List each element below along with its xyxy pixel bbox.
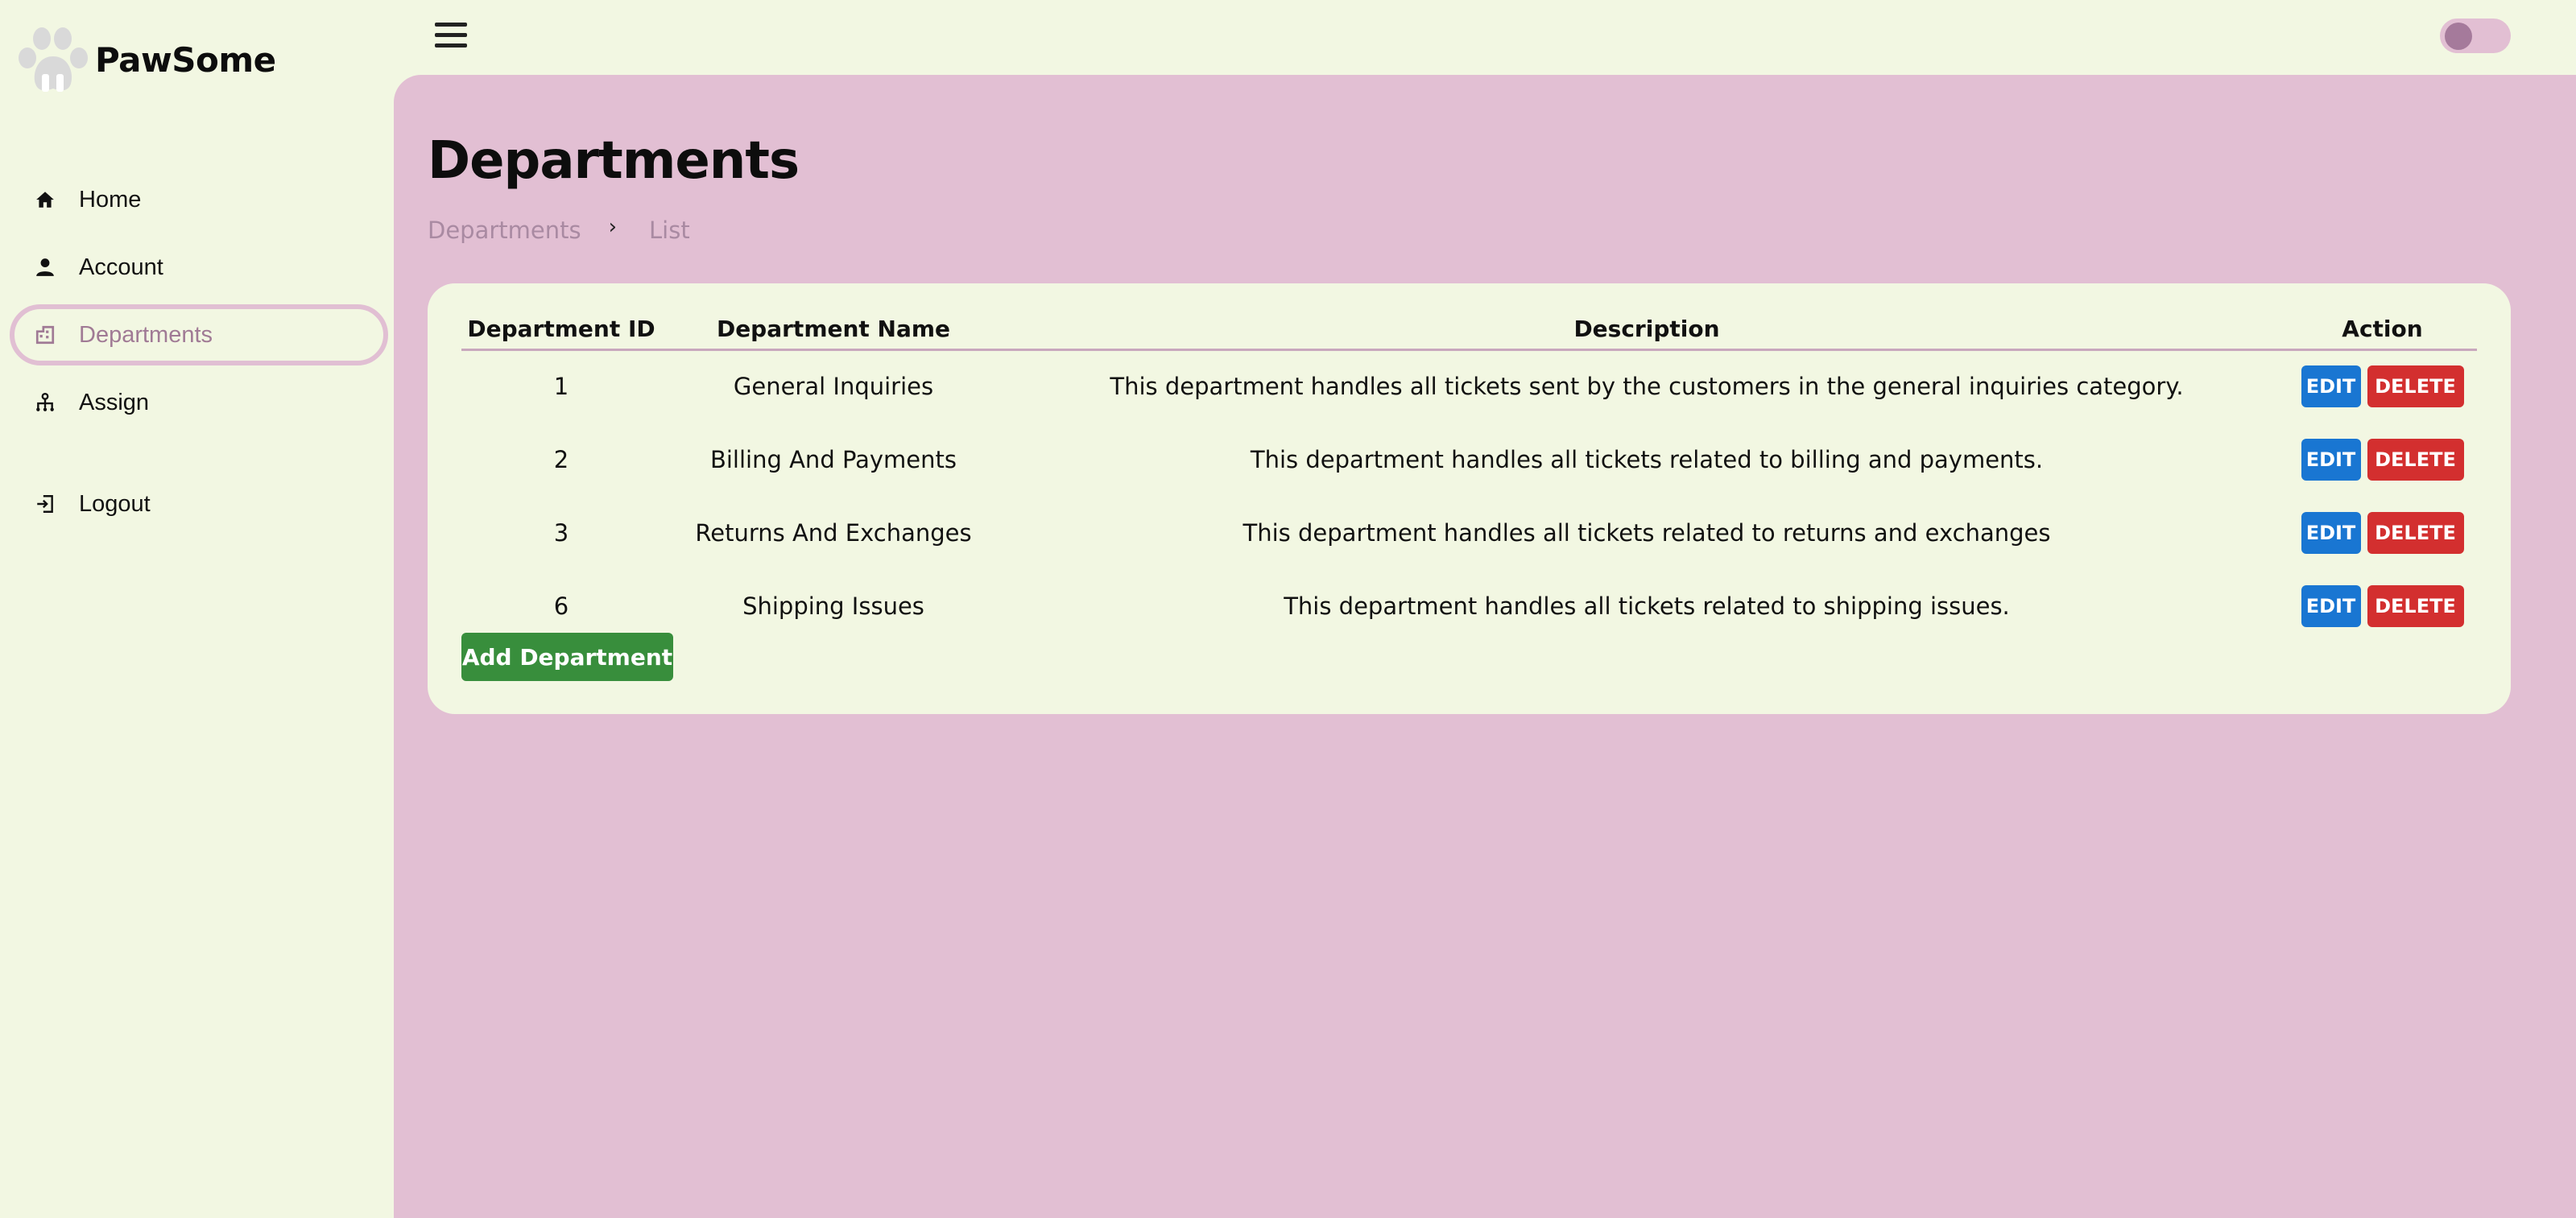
edit-button[interactable]: EDIT	[2301, 438, 2361, 481]
column-header-name: Department Name	[661, 316, 1006, 351]
sidebar-item-label: Home	[79, 186, 142, 213]
edit-button[interactable]: EDIT	[2301, 584, 2361, 627]
sidebar-item-home[interactable]: Home	[10, 169, 388, 230]
table-row: 1 General Inquiries This department hand…	[461, 349, 2477, 423]
breadcrumb-item-list: List	[649, 217, 690, 244]
add-department-button[interactable]: Add Department	[461, 633, 673, 681]
cell-id: 3	[553, 518, 569, 547]
breadcrumb-item-departments[interactable]: Departments	[428, 217, 581, 244]
cell-id: 1	[553, 373, 569, 401]
hierarchy-icon	[31, 388, 60, 417]
theme-toggle[interactable]	[2440, 19, 2511, 53]
breadcrumb: Departments › List	[428, 215, 690, 244]
cell-actions: EDIT DELETE	[2288, 349, 2477, 423]
cell-description: This department handles all tickets rela…	[1243, 518, 2051, 547]
brand-name: PawSome	[95, 39, 276, 80]
column-header-action: Action	[2288, 316, 2477, 351]
sidebar-item-logout[interactable]: Logout	[10, 473, 388, 535]
main-content: Departments Departments › List Departmen…	[394, 75, 2576, 1218]
building-icon	[31, 320, 60, 349]
delete-button[interactable]: DELETE	[2367, 584, 2464, 627]
departments-card: Department ID Department Name Descriptio…	[428, 283, 2511, 714]
home-icon	[31, 185, 60, 214]
delete-button[interactable]: DELETE	[2367, 365, 2464, 408]
table-header-row: Department ID Department Name Descriptio…	[461, 316, 2477, 351]
table-row: 3 Returns And Exchanges This department …	[461, 496, 2477, 569]
cell-actions: EDIT DELETE	[2288, 496, 2477, 569]
hamburger-menu-button[interactable]	[435, 23, 467, 50]
sidebar-item-departments[interactable]: Departments	[10, 304, 388, 365]
chevron-right-icon: ›	[608, 215, 618, 239]
cell-id: 2	[553, 445, 569, 473]
sidebar-item-label: Assign	[79, 389, 150, 415]
table-row: 6 Shipping Issues This department handle…	[461, 569, 2477, 642]
column-header-id: Department ID	[461, 316, 661, 351]
sidebar-item-assign[interactable]: Assign	[10, 372, 388, 433]
cell-id: 6	[553, 592, 569, 620]
cell-actions: EDIT DELETE	[2288, 423, 2477, 496]
cell-name: Shipping Issues	[742, 592, 924, 620]
hamburger-icon	[435, 23, 467, 27]
sidebar-item-label: Account	[79, 254, 163, 280]
cell-name: Billing And Payments	[709, 445, 957, 473]
delete-button[interactable]: DELETE	[2367, 438, 2464, 481]
paw-logo-icon	[19, 27, 88, 92]
edit-button[interactable]: EDIT	[2301, 365, 2361, 408]
app: PawSome Home Account Departments Assign …	[0, 0, 2576, 1218]
page-title: Departments	[428, 131, 800, 191]
cell-actions: EDIT DELETE	[2288, 569, 2477, 642]
column-header-description: Description	[1006, 316, 2288, 351]
sidebar-item-account[interactable]: Account	[10, 237, 388, 298]
cell-name: Returns And Exchanges	[695, 518, 972, 547]
edit-button[interactable]: EDIT	[2301, 511, 2361, 554]
departments-table: Department ID Department Name Descriptio…	[461, 316, 2477, 642]
logout-icon	[31, 489, 60, 518]
cell-description: This department handles all tickets sent…	[1110, 373, 2184, 401]
cell-description: This department handles all tickets rela…	[1284, 592, 2010, 620]
cell-description: This department handles all tickets rela…	[1250, 445, 2044, 473]
brand[interactable]: PawSome	[13, 24, 276, 95]
sidebar-item-label: Departments	[79, 321, 213, 348]
sidebar: PawSome Home Account Departments Assign …	[0, 0, 394, 1218]
toggle-knob	[2445, 23, 2472, 50]
person-icon	[31, 253, 60, 282]
sidebar-item-label: Logout	[79, 490, 151, 517]
delete-button[interactable]: DELETE	[2367, 511, 2464, 554]
cell-name: General Inquiries	[733, 373, 934, 401]
table-row: 2 Billing And Payments This department h…	[461, 423, 2477, 496]
